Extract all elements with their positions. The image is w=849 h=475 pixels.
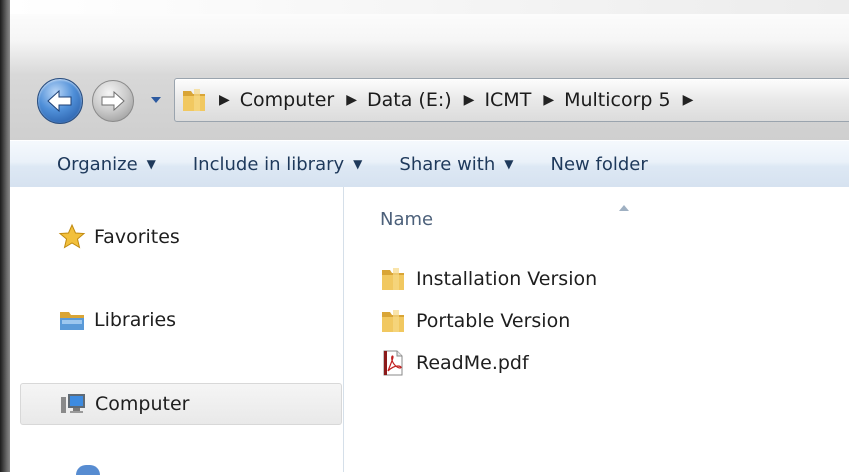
nav-item-favorites[interactable]: Favorites: [20, 217, 340, 257]
network-icon[interactable]: [76, 465, 100, 475]
address-bar[interactable]: ▶ Computer ▶ Data (E:) ▶ ICMT ▶ Multicor…: [174, 78, 849, 122]
new-folder-button[interactable]: New folder: [551, 154, 648, 175]
arrow-left-icon: [47, 89, 72, 113]
command-bar: Organize ▼ Include in library ▼ Share wi…: [10, 140, 849, 188]
nav-item-computer[interactable]: Computer: [20, 383, 342, 425]
title-bar: ▶ Computer ▶ Data (E:) ▶ ICMT ▶ Multicor…: [10, 0, 849, 140]
breadcrumb-computer[interactable]: Computer: [240, 89, 334, 111]
breadcrumb-separator-icon[interactable]: ▶: [219, 93, 230, 107]
organize-label: Organize: [57, 153, 138, 175]
breadcrumb-separator-icon[interactable]: ▶: [543, 93, 554, 107]
folder-icon: [181, 86, 207, 114]
pdf-file-icon: [380, 349, 406, 377]
nav-item-libraries[interactable]: Libraries: [20, 300, 340, 340]
caret-down-icon: ▼: [353, 157, 363, 171]
back-button[interactable]: [37, 78, 83, 124]
folder-icon: [380, 265, 406, 293]
chevron-down-icon: [151, 97, 161, 103]
navigation-pane: Favorites Libraries Computer: [10, 187, 344, 475]
sort-ascending-icon: [618, 197, 630, 216]
window-frame-left: [0, 0, 10, 472]
share-with-label: Share with: [399, 153, 496, 175]
file-name: Installation Version: [416, 268, 598, 290]
forward-button[interactable]: [92, 80, 134, 122]
recent-pages-button[interactable]: [150, 92, 162, 106]
caret-down-icon: ▼: [504, 157, 514, 171]
include-in-library-label: Include in library: [192, 153, 345, 175]
new-folder-label: New folder: [550, 153, 648, 175]
column-header-name[interactable]: Name: [380, 209, 433, 230]
arrow-right-icon: [101, 90, 125, 112]
explorer-window: ▶ Computer ▶ Data (E:) ▶ ICMT ▶ Multicor…: [0, 0, 849, 475]
caret-down-icon: ▼: [146, 157, 156, 171]
computer-icon: [59, 390, 87, 418]
nav-item-label: Favorites: [94, 226, 180, 248]
list-item[interactable]: Portable Version: [380, 304, 570, 338]
file-list: Name Installation Version Portable Versi…: [344, 187, 849, 472]
breadcrumb-separator-icon[interactable]: ▶: [346, 93, 357, 107]
file-name: Portable Version: [416, 310, 571, 332]
folder-icon: [380, 307, 406, 335]
share-with-button[interactable]: Share with ▼: [399, 154, 513, 175]
nav-item-label: Computer: [95, 393, 190, 415]
organize-button[interactable]: Organize ▼: [57, 154, 156, 175]
list-item[interactable]: Installation Version: [380, 262, 597, 296]
breadcrumb-separator-icon[interactable]: ▶: [683, 93, 694, 107]
libraries-icon: [58, 306, 86, 334]
file-name: ReadMe.pdf: [416, 352, 529, 374]
breadcrumb-icmt[interactable]: ICMT: [484, 89, 531, 111]
breadcrumb-data-drive[interactable]: Data (E:): [367, 89, 452, 111]
breadcrumb-separator-icon[interactable]: ▶: [464, 93, 475, 107]
list-item[interactable]: ReadMe.pdf: [380, 346, 529, 380]
breadcrumb-multicorp[interactable]: Multicorp 5: [564, 89, 671, 111]
star-icon: [58, 223, 86, 251]
nav-item-label: Libraries: [94, 309, 177, 331]
include-in-library-button[interactable]: Include in library ▼: [193, 154, 363, 175]
